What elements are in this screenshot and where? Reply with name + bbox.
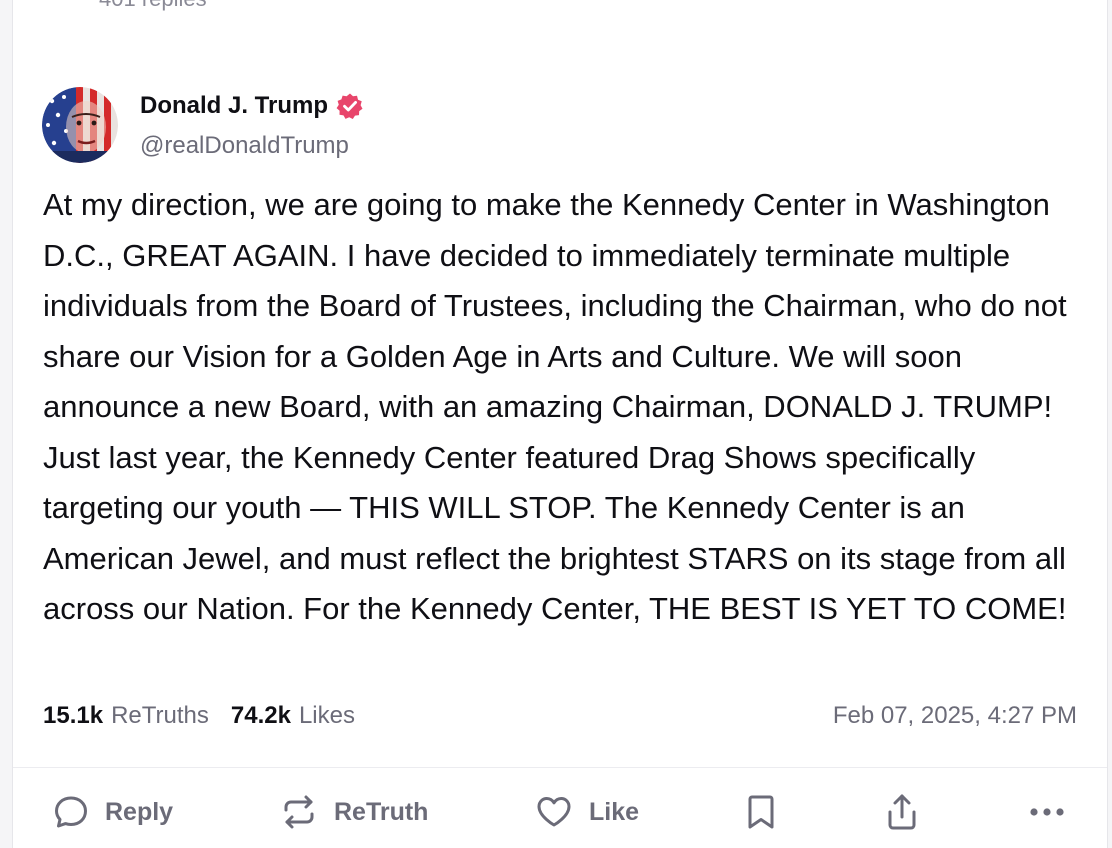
- likes-count[interactable]: 74.2k: [231, 702, 291, 730]
- likes-label[interactable]: Likes: [299, 702, 355, 730]
- verified-badge-icon: [336, 92, 364, 120]
- bookmark-icon: [745, 793, 777, 831]
- post-body-text: At my direction, we are going to make th…: [43, 187, 1067, 626]
- divider: [13, 767, 1107, 768]
- more-options-button[interactable]: [1028, 788, 1066, 836]
- like-button[interactable]: Like: [535, 788, 639, 836]
- author-handle[interactable]: @realDonaldTrump: [140, 132, 349, 160]
- share-button[interactable]: [884, 788, 920, 836]
- repost-arrows-icon: [280, 793, 318, 831]
- reply-button[interactable]: Reply: [53, 788, 173, 836]
- replies-count-label[interactable]: 401 replies: [99, 0, 207, 12]
- retruths-count[interactable]: 15.1k: [43, 702, 103, 730]
- retruth-button[interactable]: ReTruth: [280, 788, 428, 836]
- post-stats-row: 15.1k ReTruths 74.2k Likes Feb 07, 2025,…: [43, 702, 1077, 730]
- author-name-row: Donald J. Trump: [140, 92, 364, 120]
- post-timestamp: Feb 07, 2025, 4:27 PM: [832, 702, 1077, 729]
- post-action-bar: Reply ReTruth Like: [13, 788, 1107, 836]
- reply-label: Reply: [105, 797, 174, 826]
- more-dots-icon: [1028, 806, 1066, 818]
- retruth-label: ReTruth: [334, 797, 429, 826]
- bookmark-button[interactable]: [745, 788, 777, 836]
- retruths-label[interactable]: ReTruths: [111, 702, 209, 730]
- heart-icon: [535, 793, 573, 831]
- speech-bubble-icon: [53, 794, 89, 830]
- share-icon: [884, 792, 920, 832]
- like-label: Like: [589, 797, 640, 826]
- avatar[interactable]: [42, 87, 118, 163]
- post-card: 401 replies: [12, 0, 1108, 848]
- author-display-name[interactable]: Donald J. Trump: [140, 92, 328, 120]
